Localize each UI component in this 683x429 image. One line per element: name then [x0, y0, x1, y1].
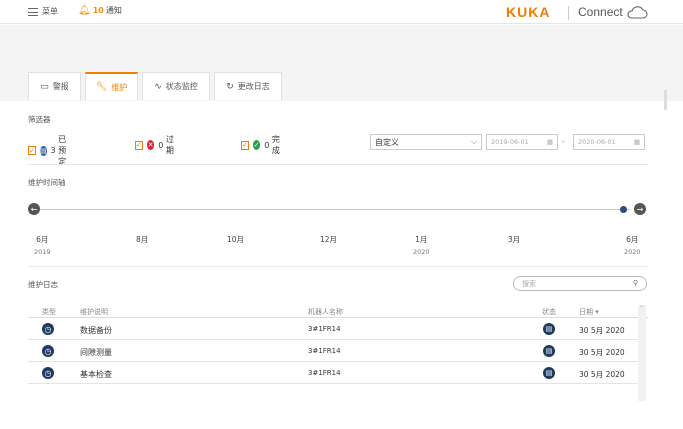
cloud-icon [627, 6, 648, 19]
timeline-month: 6月 2019 [34, 235, 51, 256]
timeline-month: 8月 [136, 235, 149, 244]
row-robot: 3#1FR14 [308, 325, 341, 333]
menu-label: 菜单 [42, 7, 58, 16]
date-to-value: 2020-06-01 [578, 138, 616, 146]
notifications-button[interactable]: 🔔︎ 10 通知 [78, 5, 122, 16]
calendar-icon: ▤ [543, 323, 555, 335]
row-robot: 3#1FR14 [308, 347, 341, 355]
calendar-icon[interactable]: ▦ [547, 138, 553, 146]
calendar-icon: ▤ [39, 145, 47, 156]
table-row[interactable]: ◷ 基本检查 3#1FR14 ▤ 30 5月 2020 [28, 363, 638, 384]
tab-label: 状态监控 [165, 82, 198, 91]
timeline-next-button[interactable]: → [634, 203, 646, 215]
timeline-marker[interactable] [620, 206, 627, 213]
divider [28, 164, 648, 165]
filter-overdue[interactable]: ✓ ✕ 0 过期 [135, 134, 178, 156]
top-bar: 菜单 🔔︎ 10 通知 KUKA Connect [0, 0, 683, 24]
filter-title: 筛选器 [28, 115, 51, 124]
timeline-track [40, 209, 630, 210]
clock-icon: ◷ [42, 367, 54, 379]
checkbox-icon[interactable]: ✓ [135, 140, 143, 150]
period-select[interactable]: 自定义 ⌵ [370, 134, 482, 150]
chevron-up-icon[interactable]: ⌃ [639, 305, 644, 312]
checkbox-icon[interactable]: ✓ [28, 146, 36, 155]
calendar-icon[interactable]: ▦ [634, 138, 640, 146]
scheduled-count: 3 [50, 146, 56, 155]
kuka-logo: KUKA [506, 4, 551, 20]
wrench-icon: 🔧︎ [95, 82, 108, 92]
row-robot: 3#1FR14 [308, 369, 341, 377]
date-from-field[interactable]: 2019-06-01 ▦ [486, 134, 558, 150]
checkbox-icon[interactable]: ✓ [241, 140, 249, 150]
tab-status-monitoring[interactable]: ∿ 状态监控 [142, 72, 210, 100]
table-row[interactable]: ◷ 间隙测量 3#1FR14 ▤ 30 5月 2020 [28, 341, 638, 362]
period-value: 自定义 [375, 137, 399, 147]
column-date[interactable]: 日期 ▾ [579, 307, 599, 317]
search-input[interactable]: 搜索 ⚲ [513, 276, 647, 291]
date-range-dash: - [562, 137, 565, 146]
wave-icon: ∿ [154, 81, 162, 92]
table-row[interactable]: ◷ 数据备份 3#1FR14 ▤ 30 5月 2020 [28, 319, 638, 340]
row-date: 30 5月 2020 [579, 348, 625, 357]
row-description: 间隙测量 [80, 348, 112, 357]
chevron-down-icon: ⌵ [470, 137, 477, 146]
timeline-month: 10月 [227, 235, 245, 244]
overdue-count: 0 [158, 140, 164, 150]
done-label: 完成 [271, 135, 280, 155]
search-icon[interactable]: ⚲ [633, 279, 638, 288]
scheduled-label: 已预定 [58, 135, 67, 166]
timeline-title: 维护时间轴 [28, 178, 66, 187]
calendar-icon: ▤ [543, 345, 555, 357]
timeline-month: 6月 2020 [624, 235, 641, 256]
side-handle[interactable] [664, 90, 667, 110]
close-icon: ✕ [146, 140, 155, 150]
column-status[interactable]: 状态 [542, 307, 556, 317]
tab-maintenance[interactable]: 🔧︎ 维护 [85, 72, 138, 100]
tab-label: 警报 [52, 82, 69, 91]
history-icon: ↻ [226, 81, 234, 92]
alarm-icon: ▭ [40, 81, 49, 92]
arrow-right-icon: → [636, 204, 644, 214]
timeline-month: 3月 [508, 235, 521, 244]
row-date: 30 5月 2020 [579, 370, 625, 379]
overdue-label: 过期 [165, 135, 174, 155]
tab-change-log[interactable]: ↻ 更改日志 [214, 72, 282, 100]
notification-label: 通知 [105, 6, 122, 15]
date-to-field[interactable]: 2020-06-01 ▦ [573, 134, 645, 150]
timeline-month: 12月 [320, 235, 338, 244]
tab-bar: ▭ 警报 🔧︎ 维护 ∿ 状态监控 ↻ 更改日志 [28, 72, 282, 100]
timeline-month: 1月 2020 [413, 235, 430, 256]
arrow-left-icon: ← [30, 204, 38, 214]
row-description: 数据备份 [80, 326, 112, 335]
bell-icon: 🔔︎ [78, 5, 91, 16]
log-title: 维护日志 [28, 280, 58, 289]
column-robot[interactable]: 机器人名称 [308, 307, 343, 317]
check-icon: ✓ [252, 140, 261, 150]
filter-scheduled[interactable]: ✓ ▤ 3 已预定 [28, 134, 71, 167]
clock-icon: ◷ [42, 345, 54, 357]
tab-label: 更改日志 [237, 82, 270, 91]
scrollbar[interactable]: ⌃ [638, 305, 646, 401]
tab-label: 维护 [111, 82, 128, 92]
tab-alarms[interactable]: ▭ 警报 [28, 72, 81, 100]
table-header: 类型 维护说明 机器人名称 状态 日期 ▾ [28, 305, 648, 318]
date-from-value: 2019-06-01 [491, 138, 529, 146]
filter-done[interactable]: ✓ ✓ 0 完成 [241, 134, 284, 156]
brand-divider [568, 6, 569, 20]
notification-count: 10 [92, 6, 104, 15]
divider [28, 266, 648, 267]
menu-button[interactable]: 菜单 [28, 6, 58, 17]
column-description[interactable]: 维护说明 [80, 307, 108, 317]
column-type[interactable]: 类型 [42, 307, 56, 317]
timeline-prev-button[interactable]: ← [28, 203, 40, 215]
connect-label: Connect [578, 5, 623, 19]
done-count: 0 [264, 140, 270, 150]
row-description: 基本检查 [80, 370, 112, 379]
clock-icon: ◷ [42, 323, 54, 335]
calendar-icon: ▤ [543, 367, 555, 379]
row-date: 30 5月 2020 [579, 326, 625, 335]
search-placeholder: 搜索 [522, 280, 536, 288]
hamburger-icon [28, 7, 38, 16]
